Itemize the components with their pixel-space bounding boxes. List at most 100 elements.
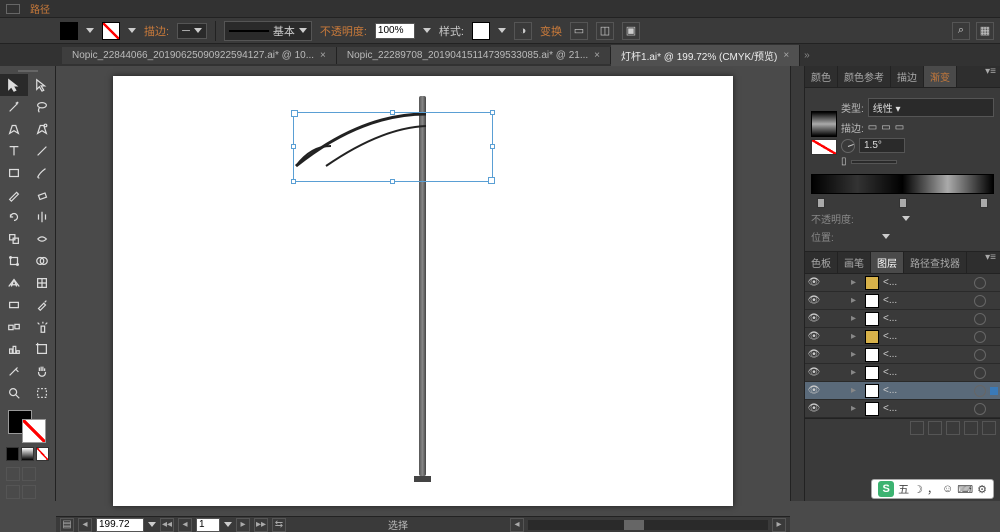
screen-mode-buttons[interactable] — [6, 467, 49, 481]
draw-behind-icon[interactable] — [22, 485, 36, 499]
stroke-grad-2-icon[interactable]: ▭ — [881, 122, 890, 133]
right-dock-strip[interactable] — [790, 66, 804, 501]
visibility-icon[interactable]: 👁 — [807, 295, 821, 306]
width-tool[interactable] — [28, 228, 56, 250]
new-sublayer-icon[interactable] — [946, 421, 960, 435]
target-icon[interactable] — [974, 403, 986, 415]
visibility-icon[interactable]: 👁 — [807, 385, 821, 396]
ime-moon-icon[interactable]: ☽ — [913, 483, 923, 496]
close-icon[interactable]: × — [783, 50, 789, 61]
zoom-input[interactable] — [96, 518, 144, 532]
target-icon[interactable] — [974, 385, 986, 397]
disclosure-icon[interactable]: ▸ — [851, 403, 861, 414]
zoom-tool[interactable] — [0, 382, 28, 404]
opacity-input[interactable] — [375, 23, 415, 39]
panel-collapse-icon[interactable] — [6, 4, 20, 14]
reflect-tool[interactable] — [28, 206, 56, 228]
next-icon[interactable]: ▸ — [236, 518, 250, 532]
column-graph-tool[interactable] — [0, 338, 28, 360]
layer-row[interactable]: 👁▸<... — [805, 328, 1000, 346]
artboard-tool[interactable] — [28, 338, 56, 360]
shape-builder-tool[interactable] — [28, 250, 56, 272]
horizontal-scrollbar[interactable] — [528, 520, 768, 530]
gradient-stops[interactable] — [811, 198, 994, 208]
pencil-tool[interactable] — [0, 184, 28, 206]
fill-swatch[interactable] — [60, 22, 78, 40]
stroke-color[interactable] — [22, 419, 46, 443]
disclosure-icon[interactable]: ▸ — [851, 349, 861, 360]
target-icon[interactable] — [974, 367, 986, 379]
target-icon[interactable] — [974, 295, 986, 307]
tab-swatches[interactable]: 色板 — [805, 252, 838, 273]
eraser-tool[interactable] — [28, 184, 56, 206]
artboard[interactable] — [113, 76, 733, 506]
selection-bounding-box[interactable] — [293, 112, 493, 182]
solid-color-icon[interactable] — [6, 447, 19, 461]
tab-gradient[interactable]: 渐变 — [924, 66, 957, 87]
canvas-viewport[interactable] — [56, 66, 790, 516]
isolate-icon[interactable]: ▣ — [622, 22, 640, 40]
gradient-tool[interactable] — [0, 294, 28, 316]
rotate-tool[interactable] — [0, 206, 28, 228]
recolor-icon[interactable]: ◑ — [514, 22, 532, 40]
ime-mode[interactable]: 五 — [898, 481, 909, 497]
scroll-right-icon[interactable]: ▸ — [772, 518, 786, 532]
ime-settings-icon[interactable]: ⚙ — [977, 483, 987, 496]
prev-icon[interactable]: ◂ — [178, 518, 192, 532]
layer-row[interactable]: 👁 ▸ <... — [805, 364, 1000, 382]
disclosure-icon[interactable]: ▸ — [851, 313, 861, 324]
ime-punct-icon[interactable]: ， — [927, 481, 938, 497]
artboard-number-input[interactable] — [196, 518, 220, 532]
layer-row[interactable]: 👁▸<... — [805, 382, 1000, 400]
stroke-grad-1-icon[interactable]: ▭ — [868, 122, 877, 133]
scroll-left-icon[interactable]: ◂ — [510, 518, 524, 532]
target-icon[interactable] — [974, 349, 986, 361]
panel-menu-icon[interactable]: ▾≡ — [981, 66, 1000, 87]
tab-color-guide[interactable]: 颜色参考 — [838, 66, 891, 87]
print-tiling-tool[interactable] — [28, 382, 56, 404]
layer-name[interactable]: <... — [883, 403, 970, 414]
first-artboard-icon[interactable]: ◂ — [78, 518, 92, 532]
gradient-type-select[interactable]: 线性 ▾ — [868, 98, 994, 117]
ime-emoji-icon[interactable]: ☺ — [942, 483, 953, 495]
direct-selection-tool[interactable] — [28, 74, 56, 96]
layer-name[interactable]: <... — [883, 349, 970, 360]
delete-layer-icon[interactable] — [982, 421, 996, 435]
transform-link[interactable]: 变换 — [540, 23, 562, 39]
free-transform-tool[interactable] — [0, 250, 28, 272]
view-menu-icon[interactable]: ▤ — [60, 518, 74, 532]
panel-menu-icon[interactable]: ▾≡ — [981, 252, 1000, 273]
artboard-dropdown-icon[interactable] — [224, 522, 232, 527]
locate-object-icon[interactable] — [910, 421, 924, 435]
fill-dropdown-icon[interactable] — [86, 28, 94, 33]
draw-normal-icon[interactable] — [6, 485, 20, 499]
disclosure-icon[interactable]: ▸ — [851, 367, 861, 378]
style-dropdown-icon[interactable] — [498, 28, 506, 33]
search-icon[interactable]: ⌕ — [952, 22, 970, 40]
lasso-tool[interactable] — [28, 96, 56, 118]
prev-artboard-icon[interactable]: ◂◂ — [160, 518, 174, 532]
close-icon[interactable]: × — [594, 50, 600, 61]
layer-name[interactable]: <... — [883, 367, 970, 378]
gradient-color-icon[interactable] — [21, 447, 34, 461]
tab-stroke[interactable]: 描边 — [891, 66, 924, 87]
visibility-icon[interactable]: 👁 — [807, 367, 821, 378]
layer-row[interactable]: 👁 ▸ <... — [805, 346, 1000, 364]
gradient-preview[interactable] — [811, 111, 837, 137]
target-icon[interactable] — [974, 331, 986, 343]
type-tool[interactable] — [0, 140, 28, 162]
arrange-icon[interactable]: ▦ — [976, 22, 994, 40]
layer-row[interactable]: 👁▸<... — [805, 310, 1000, 328]
new-layer-icon[interactable] — [964, 421, 978, 435]
visibility-icon[interactable]: 👁 — [807, 349, 821, 360]
visibility-icon[interactable]: 👁 — [807, 277, 821, 288]
aspect-input[interactable] — [851, 160, 897, 164]
draw-mode-buttons[interactable] — [6, 485, 49, 499]
tab-layers[interactable]: 图层 — [871, 252, 904, 273]
color-mode-swatches[interactable] — [6, 447, 49, 461]
document-tab[interactable]: Nopic_22289708_20190415114739533085.ai* … — [337, 47, 611, 64]
tab-brushes[interactable]: 画笔 — [838, 252, 871, 273]
gradient-ramp[interactable] — [811, 174, 994, 194]
close-icon[interactable]: × — [320, 50, 326, 61]
zoom-dropdown-icon[interactable] — [148, 522, 156, 527]
